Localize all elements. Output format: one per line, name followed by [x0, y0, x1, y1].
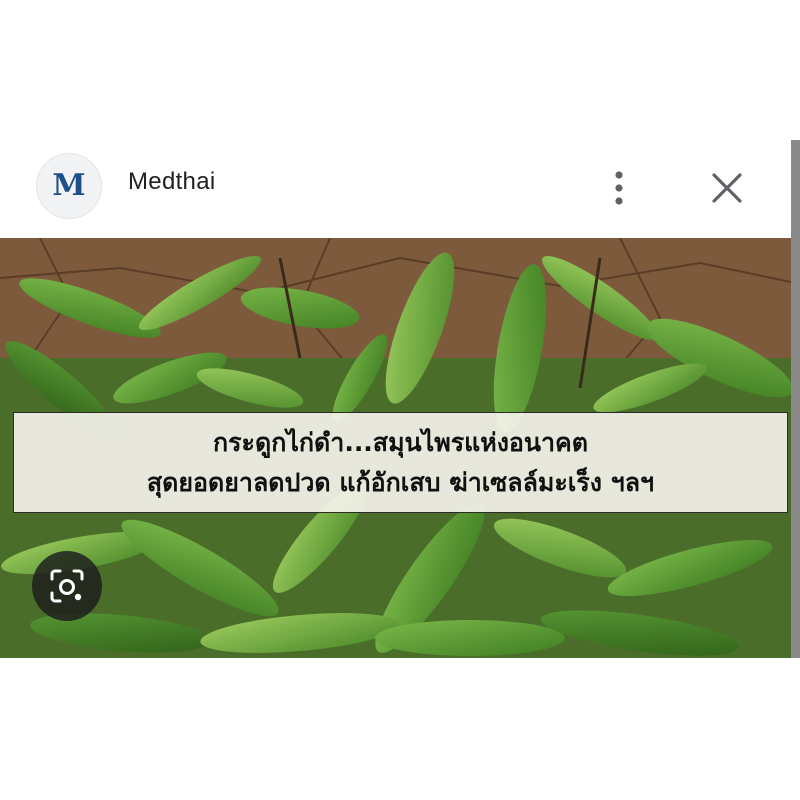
more-options-button[interactable] [604, 166, 634, 210]
bottom-blank-area [0, 658, 800, 800]
image-caption: กระดูกไก่ดำ...สมุนไพรแห่งอนาคต สุดยอดยาล… [13, 412, 788, 513]
caption-line-2: สุดยอดยาลดปวด แก้อักเสบ ฆ่าเซลล์มะเร็ง ฯ… [146, 467, 655, 497]
top-blank-area [0, 0, 800, 140]
visual-search-button[interactable] [32, 551, 102, 621]
close-icon [712, 173, 742, 203]
more-vertical-icon [615, 171, 623, 205]
caption-line-1: กระดูกไก่ดำ...สมุนไพรแห่งอนาคต [212, 427, 589, 457]
preview-image[interactable]: กระดูกไก่ดำ...สมุนไพรแห่งอนาคต สุดยอดยาล… [0, 238, 791, 658]
site-logo[interactable]: M [36, 153, 102, 219]
result-header: M Medthai [0, 140, 791, 238]
site-name[interactable]: Medthai [128, 168, 215, 196]
visual-search-icon [50, 569, 84, 603]
logo-letter: M [52, 168, 86, 203]
close-button[interactable] [706, 167, 748, 209]
scrollbar[interactable] [791, 140, 800, 658]
